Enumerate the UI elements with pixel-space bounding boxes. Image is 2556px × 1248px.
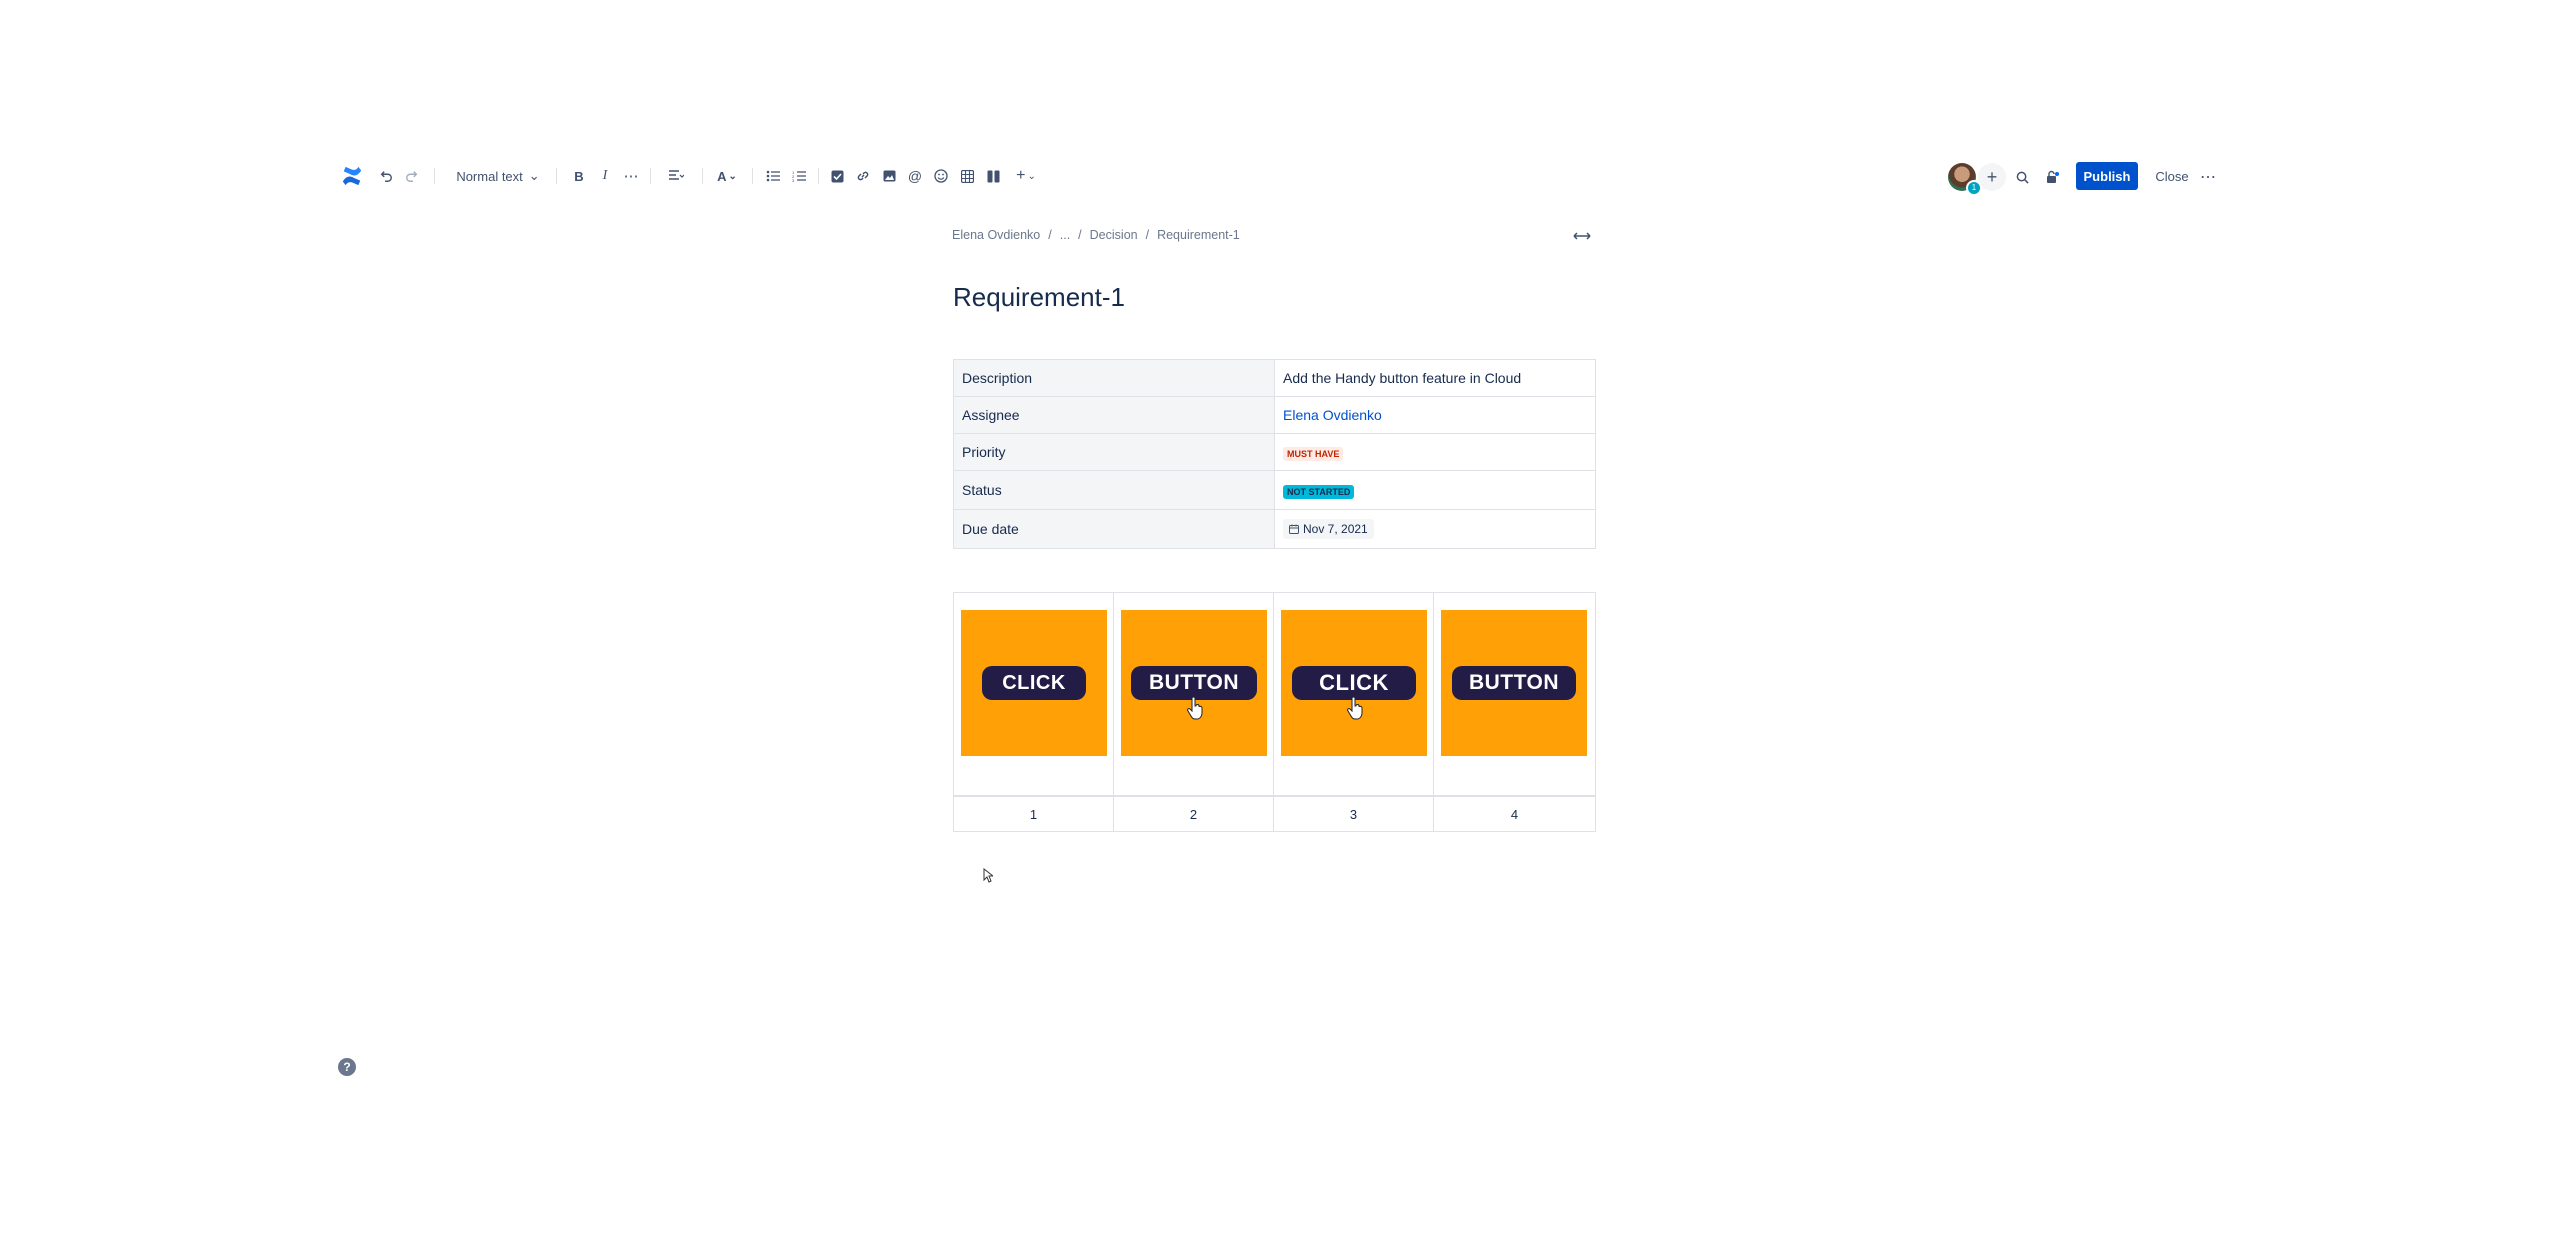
status-badge[interactable]: NOT STARTED <box>1283 485 1355 499</box>
italic-icon[interactable]: I <box>594 160 616 192</box>
publish-button[interactable]: Publish <box>2076 162 2138 190</box>
image-table: CLICK BUTTON CLICK BUTTON 1 2 3 4 <box>953 592 1596 832</box>
calendar-icon <box>1289 524 1299 534</box>
toolbar-separator <box>434 168 435 184</box>
image-caption[interactable]: 4 <box>1433 796 1596 832</box>
restrictions-lock-icon[interactable] <box>2040 165 2064 189</box>
breadcrumb-separator: / <box>1078 228 1082 242</box>
image-text: BUTTON <box>1452 666 1576 700</box>
assignee-mention[interactable]: Elena Ovdienko <box>1283 407 1382 423</box>
property-key[interactable]: Due date <box>953 509 1275 549</box>
help-icon[interactable]: ? <box>338 1058 356 1076</box>
breadcrumb-item[interactable]: Decision <box>1090 228 1138 242</box>
property-value[interactable]: NOT STARTED <box>1274 470 1596 510</box>
breadcrumb: Elena Ovdienko / ... / Decision / Requir… <box>952 228 1240 242</box>
toolbar-separator <box>702 168 703 184</box>
image-icon[interactable] <box>878 160 900 192</box>
breadcrumb-separator: / <box>1048 228 1052 242</box>
priority-badge[interactable]: MUST HAVE <box>1283 447 1344 461</box>
image-tile[interactable]: CLICK <box>961 610 1107 756</box>
full-width-toggle-icon[interactable] <box>1570 226 1594 246</box>
hand-cursor-icon <box>1347 696 1363 720</box>
more-actions-icon[interactable]: ⋯ <box>2196 165 2220 189</box>
property-value[interactable]: Add the Handy button feature in Cloud <box>1274 359 1596 397</box>
property-key[interactable]: Priority <box>953 433 1275 471</box>
emoji-icon[interactable] <box>930 160 952 192</box>
hand-cursor-icon <box>1187 696 1203 720</box>
property-key[interactable]: Assignee <box>953 396 1275 434</box>
action-item-icon[interactable] <box>826 160 848 192</box>
bold-icon[interactable]: B <box>568 160 590 192</box>
image-caption[interactable]: 2 <box>1113 796 1274 832</box>
image-text: BUTTON <box>1148 671 1240 694</box>
image-caption[interactable]: 3 <box>1273 796 1434 832</box>
toolbar-separator <box>752 168 753 184</box>
table-row: Assignee Elena Ovdienko <box>953 396 1596 434</box>
table-row: Status NOT STARTED <box>953 470 1596 510</box>
text-style-dropdown[interactable]: Normal text ⌄ <box>450 160 546 192</box>
align-icon[interactable] <box>660 160 692 192</box>
breadcrumb-item[interactable]: ... <box>1060 228 1070 242</box>
due-date-label: Nov 7, 2021 <box>1303 522 1368 536</box>
property-value[interactable]: MUST HAVE <box>1274 433 1596 471</box>
property-key[interactable]: Description <box>953 359 1275 397</box>
image-cell[interactable]: BUTTON <box>1113 592 1274 796</box>
image-text: CLICK <box>982 666 1086 700</box>
mouse-pointer-icon <box>983 868 993 883</box>
layouts-icon[interactable] <box>982 160 1004 192</box>
image-caption[interactable]: 1 <box>953 796 1114 832</box>
toolbar-separator <box>650 168 651 184</box>
image-cell[interactable]: CLICK <box>1273 592 1434 796</box>
table-row: Priority MUST HAVE <box>953 433 1596 471</box>
table-icon[interactable] <box>956 160 978 192</box>
image-tile[interactable]: BUTTON <box>1121 610 1267 756</box>
undo-icon[interactable] <box>374 160 398 192</box>
text-style-label: Normal text <box>456 168 523 184</box>
more-formatting-icon[interactable]: ⋯ <box>620 160 642 192</box>
svg-text:3: 3 <box>792 178 795 182</box>
table-row: Due date Nov 7, 2021 <box>953 509 1596 549</box>
image-tile[interactable]: BUTTON <box>1441 610 1587 756</box>
bullet-list-icon[interactable] <box>762 160 784 192</box>
breadcrumb-separator: / <box>1145 228 1150 242</box>
toolbar-separator <box>818 168 819 184</box>
confluence-logo-icon[interactable] <box>332 160 372 192</box>
image-tile[interactable]: CLICK <box>1281 610 1427 756</box>
editor-toolbar: Normal text ⌄ B I ⋯ A ⌄ 123 @ + ⌄ <box>320 160 2220 192</box>
invite-icon[interactable]: + <box>1978 163 2006 191</box>
image-pill: BUTTON <box>1131 666 1257 720</box>
table-row: Description Add the Handy button feature… <box>953 359 1596 397</box>
text-color-icon[interactable]: A ⌄ <box>712 160 742 192</box>
image-cell[interactable]: BUTTON <box>1433 592 1596 796</box>
toolbar-separator <box>556 168 557 184</box>
chevron-down-icon: ⌄ <box>528 168 540 183</box>
breadcrumb-item[interactable]: Elena Ovdienko <box>952 228 1040 242</box>
close-button[interactable]: Close <box>2148 162 2196 190</box>
numbered-list-icon[interactable]: 123 <box>788 160 810 192</box>
breadcrumb-item[interactable]: Requirement-1 <box>1157 228 1240 242</box>
due-date-chip[interactable]: Nov 7, 2021 <box>1283 519 1374 539</box>
redo-icon[interactable] <box>400 160 424 192</box>
property-value[interactable]: Elena Ovdienko <box>1274 396 1596 434</box>
image-pill: CLICK <box>1292 666 1416 720</box>
page-title[interactable]: Requirement-1 <box>953 282 1125 313</box>
image-cell[interactable]: CLICK <box>953 592 1114 796</box>
property-value[interactable]: Nov 7, 2021 <box>1274 509 1596 549</box>
mention-icon[interactable]: @ <box>904 160 926 192</box>
search-icon[interactable] <box>2010 165 2034 189</box>
link-icon[interactable] <box>852 160 874 192</box>
insert-icon[interactable]: + ⌄ <box>1010 160 1042 192</box>
properties-table: Description Add the Handy button feature… <box>953 359 1596 549</box>
image-text: CLICK <box>1319 670 1389 695</box>
property-key[interactable]: Status <box>953 470 1275 510</box>
